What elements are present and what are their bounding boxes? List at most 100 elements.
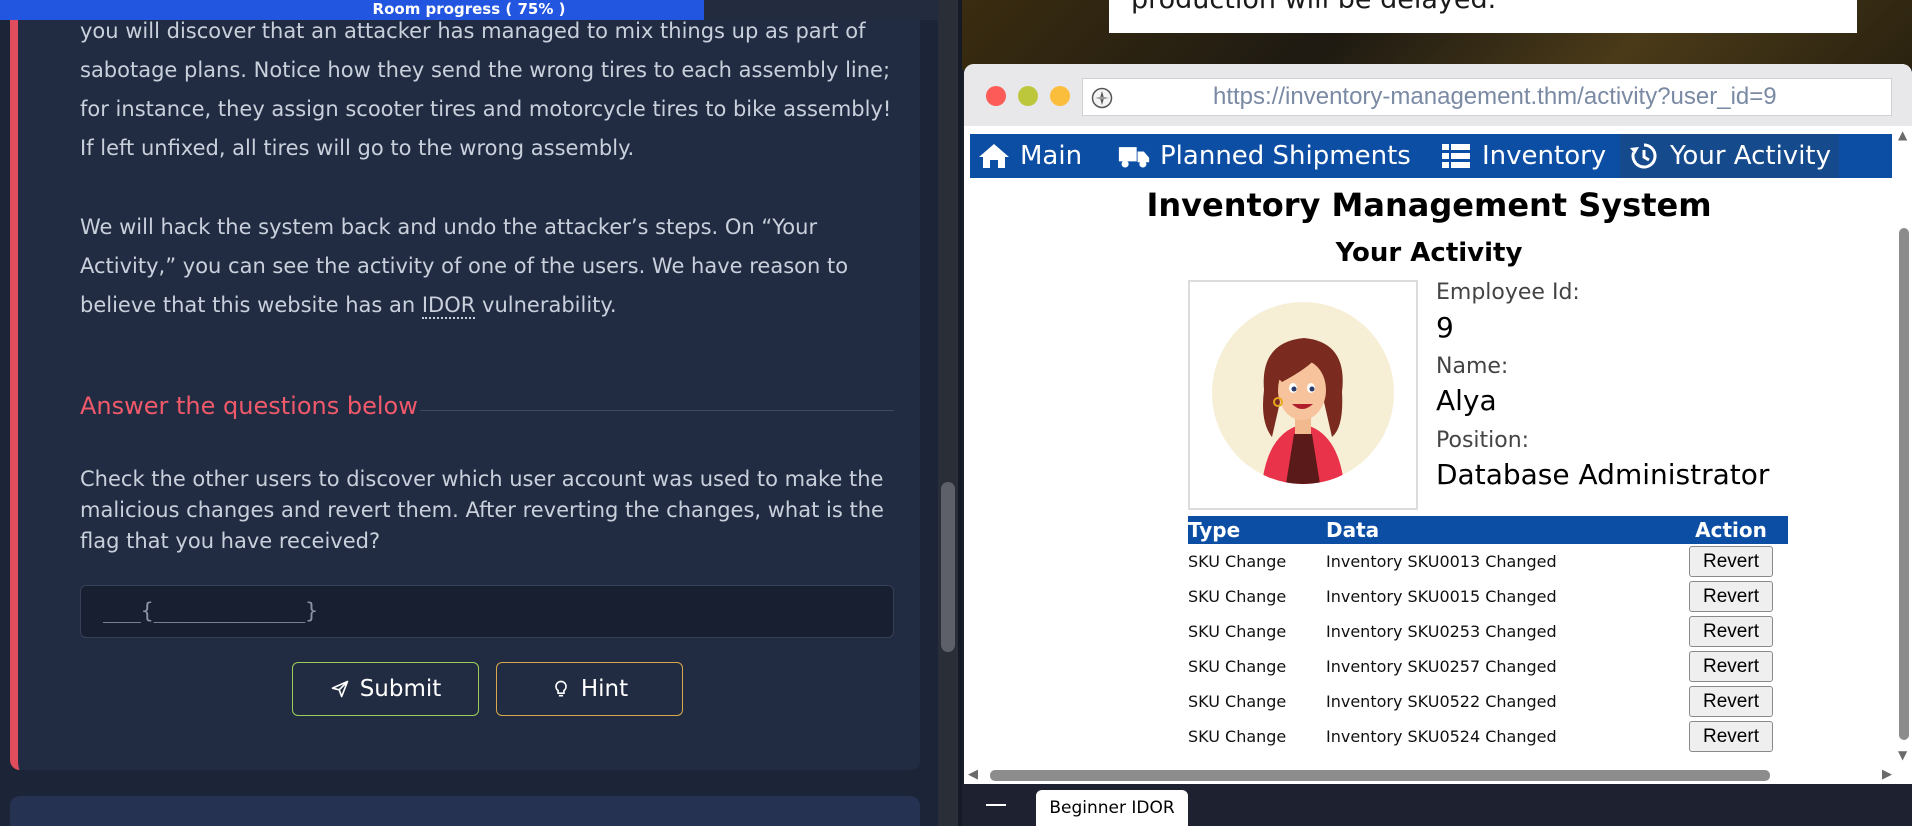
maximize-window-button[interactable]	[1050, 86, 1070, 106]
scroll-right-arrow-icon[interactable]: ▶	[1882, 767, 1892, 782]
employee-id-label: Employee Id:	[1436, 280, 1580, 305]
answer-input[interactable]: ___{____________}	[80, 585, 894, 638]
submit-button[interactable]: Submit	[292, 662, 479, 716]
table-row: SKU Change Inventory SKU0522 Changed Rev…	[1188, 684, 1788, 719]
page-horizontal-scroll-thumb[interactable]	[990, 770, 1770, 781]
position-value: Database Administrator	[1436, 458, 1770, 491]
revert-button[interactable]: Revert	[1689, 686, 1773, 717]
top-note-window: production will be delayed.	[1109, 0, 1857, 33]
revert-button[interactable]: Revert	[1689, 651, 1773, 682]
nav-planned-shipments-label: Planned Shipments	[1160, 141, 1411, 171]
table-row: SKU Change Inventory SKU0257 Changed Rev…	[1188, 649, 1788, 684]
scroll-up-arrow-icon[interactable]: ▲	[1898, 128, 1907, 142]
lightbulb-icon	[555, 680, 567, 697]
nav-your-activity[interactable]: Your Activity	[1620, 134, 1840, 178]
table-header-row: Type Data Action	[1188, 516, 1788, 544]
vm-taskbar: Beginner IDOR	[962, 784, 1912, 826]
table-row: SKU Change Inventory SKU0013 Changed Rev…	[1188, 544, 1788, 579]
nav-main[interactable]: Main	[970, 134, 1090, 178]
activity-action: Revert	[1674, 684, 1788, 719]
nav-main-label: Main	[1020, 141, 1083, 171]
answer-questions-heading: Answer the questions below	[80, 392, 418, 420]
task-pane: Inventory Management System. If you clic…	[0, 0, 938, 826]
activity-table: Type Data Action SKU Change Inventory SK…	[1188, 516, 1788, 754]
room-progress-bar: Room progress ( 75% )	[0, 0, 938, 20]
activity-data: Inventory SKU0524 Changed	[1326, 727, 1557, 746]
type-column-header: Type	[1188, 516, 1326, 544]
activity-type: SKU Change	[1188, 657, 1287, 676]
activity-action: Revert	[1674, 649, 1788, 684]
idor-abbreviation[interactable]: IDOR	[421, 293, 476, 319]
question-text: Check the other users to discover which …	[80, 467, 884, 553]
minimize-window-button[interactable]	[1018, 86, 1038, 106]
history-icon	[1630, 143, 1657, 169]
task-card: Inventory Management System. If you clic…	[10, 0, 920, 770]
revert-button[interactable]: Revert	[1689, 581, 1773, 612]
activity-data: Inventory SKU0522 Changed	[1326, 692, 1557, 711]
activity-type: SKU Change	[1188, 587, 1287, 606]
answer-placeholder: ___{____________}	[103, 599, 318, 623]
task-pane-scrollbar[interactable]	[938, 0, 958, 826]
scroll-left-arrow-icon[interactable]: ◀	[968, 767, 978, 782]
revert-button[interactable]: Revert	[1689, 721, 1773, 752]
table-row: SKU Change Inventory SKU0253 Changed Rev…	[1188, 614, 1788, 649]
action-column-header: Action	[1674, 516, 1788, 544]
data-column-header: Data	[1326, 516, 1674, 544]
page-vertical-scroll-thumb[interactable]	[1899, 228, 1909, 740]
submit-label: Submit	[359, 676, 442, 702]
task-paragraph-1: Inventory Management System. If you clic…	[80, 0, 892, 160]
employee-avatar	[1188, 280, 1418, 510]
web-page: Main Planned Shipments Inventory Your Ac…	[964, 126, 1894, 766]
vm-pane: production will be delayed. https://inve…	[962, 0, 1912, 826]
nav-inventory[interactable]: Inventory	[1432, 134, 1614, 178]
task-pane-scroll-thumb[interactable]	[941, 482, 955, 652]
woman-avatar-icon	[1262, 338, 1344, 484]
name-value: Alya	[1436, 384, 1497, 417]
employee-id-value: 9	[1436, 311, 1454, 344]
nav-your-activity-label: Your Activity	[1670, 141, 1832, 171]
page-vertical-scrollbar[interactable]: ▲ ▼	[1896, 126, 1912, 766]
address-bar[interactable]: https://inventory-management.thm/activit…	[1082, 78, 1892, 116]
site-nav-bar: Main Planned Shipments Inventory Your Ac…	[970, 134, 1892, 178]
activity-type: SKU Change	[1188, 552, 1287, 571]
scroll-down-arrow-icon[interactable]: ▼	[1898, 748, 1907, 762]
compass-icon	[1091, 87, 1113, 109]
activity-type: SKU Change	[1188, 727, 1287, 746]
close-window-button[interactable]	[986, 86, 1006, 106]
activity-data: Inventory SKU0253 Changed	[1326, 622, 1557, 641]
activity-data: Inventory SKU0257 Changed	[1326, 657, 1557, 676]
truck-icon	[1118, 147, 1150, 168]
hint-button[interactable]: Hint	[496, 662, 683, 716]
task-paragraph-2-end: vulnerability.	[475, 293, 617, 317]
activity-action: Revert	[1674, 614, 1788, 649]
page-horizontal-scrollbar[interactable]: ◀ ▶	[964, 766, 1912, 784]
name-label: Name:	[1436, 354, 1509, 379]
activity-data: Inventory SKU0013 Changed	[1326, 552, 1557, 571]
nav-planned-shipments[interactable]: Planned Shipments	[1110, 134, 1419, 178]
browser-window: https://inventory-management.thm/activit…	[964, 64, 1912, 784]
position-label: Position:	[1436, 428, 1530, 453]
send-icon	[331, 680, 349, 698]
list-icon	[1442, 144, 1470, 168]
taskbar-tab[interactable]: Beginner IDOR	[1036, 790, 1188, 826]
revert-button[interactable]: Revert	[1689, 546, 1773, 577]
activity-type: SKU Change	[1188, 692, 1287, 711]
revert-button[interactable]: Revert	[1689, 616, 1773, 647]
app-title: Inventory Management System	[1146, 186, 1712, 224]
nav-inventory-label: Inventory	[1482, 141, 1607, 171]
home-icon	[979, 144, 1009, 168]
activity-type: SKU Change	[1188, 622, 1287, 641]
browser-toolbar: https://inventory-management.thm/activit…	[964, 64, 1912, 126]
activity-action: Revert	[1674, 579, 1788, 614]
heading-divider	[420, 410, 894, 411]
next-task-card[interactable]	[10, 796, 920, 826]
minimize-icon[interactable]	[986, 804, 1006, 806]
table-row: SKU Change Inventory SKU0524 Changed Rev…	[1188, 719, 1788, 754]
activity-action: Revert	[1674, 544, 1788, 579]
activity-action: Revert	[1674, 719, 1788, 754]
url-text[interactable]: https://inventory-management.thm/activit…	[1213, 83, 1777, 111]
task-paragraph-2: We will hack the system back and undo th…	[80, 208, 900, 325]
section-title: Your Activity	[1335, 238, 1523, 268]
activity-data: Inventory SKU0015 Changed	[1326, 587, 1557, 606]
hint-label: Hint	[580, 676, 629, 702]
